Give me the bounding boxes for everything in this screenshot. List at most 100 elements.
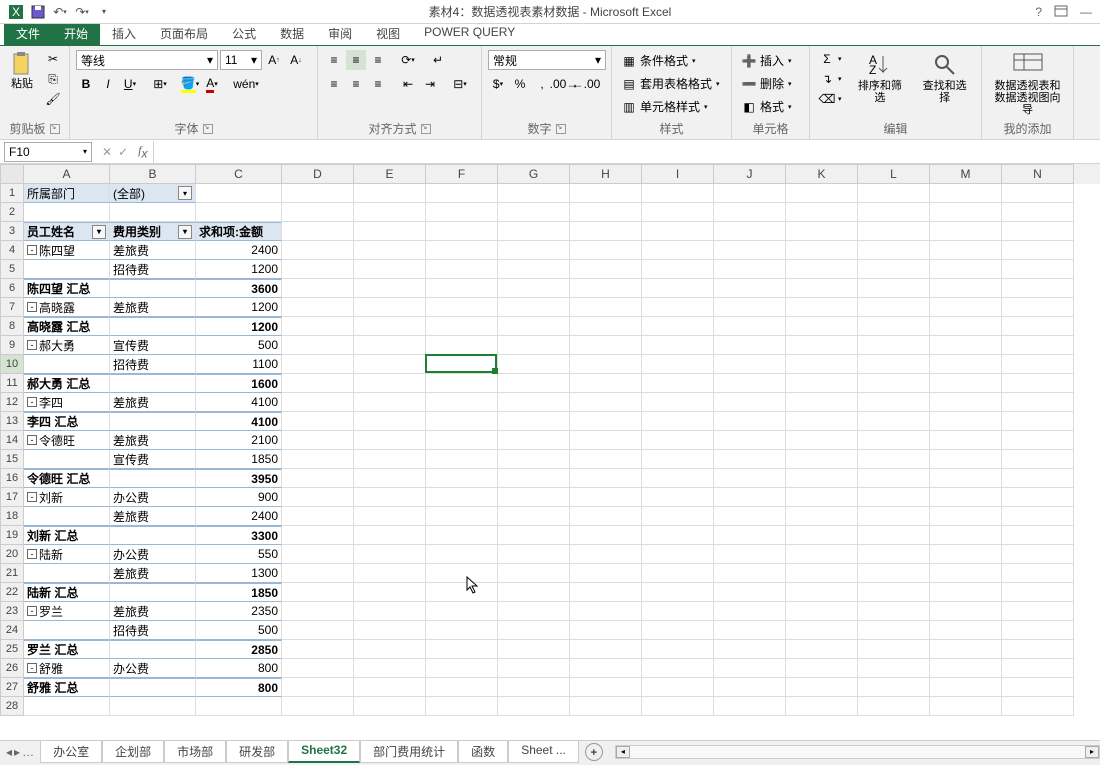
cell-M22[interactable] <box>930 583 1002 602</box>
cell-N19[interactable] <box>1002 526 1074 545</box>
cell-A21[interactable] <box>24 564 110 583</box>
cell-L16[interactable] <box>858 469 930 488</box>
cell-D23[interactable] <box>282 602 354 621</box>
cell-B23[interactable]: 差旅费 <box>110 602 196 621</box>
cell-J26[interactable] <box>714 659 786 678</box>
cell-I7[interactable] <box>642 298 714 317</box>
cell-N23[interactable] <box>1002 602 1074 621</box>
cell-N3[interactable] <box>1002 222 1074 241</box>
cell-J8[interactable] <box>714 317 786 336</box>
tab-插入[interactable]: 插入 <box>100 22 148 45</box>
cell-K9[interactable] <box>786 336 858 355</box>
conditional-format-button[interactable]: ▦条件格式▾ <box>618 50 724 71</box>
cell-C10[interactable]: 1100 <box>196 355 282 374</box>
scroll-right-button[interactable]: ▸ <box>1085 746 1099 758</box>
cell-H12[interactable] <box>570 393 642 412</box>
paste-button[interactable]: 粘贴 <box>6 50 38 92</box>
cell-J7[interactable] <box>714 298 786 317</box>
cell-J5[interactable] <box>714 260 786 279</box>
cell-H13[interactable] <box>570 412 642 431</box>
cell-C22[interactable]: 1850 <box>196 583 282 602</box>
cell-F17[interactable] <box>426 488 498 507</box>
cell-M3[interactable] <box>930 222 1002 241</box>
cell-H7[interactable] <box>570 298 642 317</box>
row-header-24[interactable]: 24 <box>0 621 24 640</box>
cell-C20[interactable]: 550 <box>196 545 282 564</box>
col-header-K[interactable]: K <box>786 164 858 184</box>
cell-I13[interactable] <box>642 412 714 431</box>
fill-color-button[interactable]: 🪣▾ <box>180 74 200 94</box>
cell-G16[interactable] <box>498 469 570 488</box>
cell-K5[interactable] <box>786 260 858 279</box>
cell-M13[interactable] <box>930 412 1002 431</box>
sheet-tab-办公室[interactable]: 办公室 <box>40 741 102 763</box>
sheet-tab-市场部[interactable]: 市场部 <box>164 741 226 763</box>
cell-C27[interactable]: 800 <box>196 678 282 697</box>
cell-B8[interactable] <box>110 317 196 336</box>
cell-D1[interactable] <box>282 184 354 203</box>
cell-K23[interactable] <box>786 602 858 621</box>
cell-M20[interactable] <box>930 545 1002 564</box>
cell-D4[interactable] <box>282 241 354 260</box>
cell-L2[interactable] <box>858 203 930 222</box>
cell-E24[interactable] <box>354 621 426 640</box>
cell-A25[interactable]: 罗兰 汇总 <box>24 640 110 659</box>
cell-M14[interactable] <box>930 431 1002 450</box>
cell-C5[interactable]: 1200 <box>196 260 282 279</box>
cell-I21[interactable] <box>642 564 714 583</box>
cell-N1[interactable] <box>1002 184 1074 203</box>
row-header-9[interactable]: 9 <box>0 336 24 355</box>
collapse-button[interactable]: - <box>27 302 37 312</box>
cell-A8[interactable]: 高晓露 汇总 <box>24 317 110 336</box>
cell-J13[interactable] <box>714 412 786 431</box>
clear-button[interactable]: ⌫▾ <box>816 90 846 108</box>
cell-K4[interactable] <box>786 241 858 260</box>
tab-数据[interactable]: 数据 <box>268 22 316 45</box>
row-header-4[interactable]: 4 <box>0 241 24 260</box>
percent-button[interactable]: % <box>510 74 530 94</box>
cell-F8[interactable] <box>426 317 498 336</box>
cell-D19[interactable] <box>282 526 354 545</box>
cell-A7[interactable]: -高晓露 <box>24 298 110 317</box>
cell-G25[interactable] <box>498 640 570 659</box>
align-center-button[interactable]: ≡ <box>346 74 366 94</box>
cell-N13[interactable] <box>1002 412 1074 431</box>
cell-A4[interactable]: -陈四望 <box>24 241 110 260</box>
col-header-L[interactable]: L <box>858 164 930 184</box>
row-header-3[interactable]: 3 <box>0 222 24 241</box>
cell-H10[interactable] <box>570 355 642 374</box>
cell-N24[interactable] <box>1002 621 1074 640</box>
row-header-26[interactable]: 26 <box>0 659 24 678</box>
cell-J9[interactable] <box>714 336 786 355</box>
sort-filter-button[interactable]: AZ 排序和筛选 <box>850 50 911 106</box>
cell-B20[interactable]: 办公费 <box>110 545 196 564</box>
cell-F5[interactable] <box>426 260 498 279</box>
cell-I20[interactable] <box>642 545 714 564</box>
cell-F25[interactable] <box>426 640 498 659</box>
cell-G2[interactable] <box>498 203 570 222</box>
cell-H16[interactable] <box>570 469 642 488</box>
cell-B19[interactable] <box>110 526 196 545</box>
cell-N25[interactable] <box>1002 640 1074 659</box>
cell-F11[interactable] <box>426 374 498 393</box>
cell-J22[interactable] <box>714 583 786 602</box>
cell-L18[interactable] <box>858 507 930 526</box>
col-header-B[interactable]: B <box>110 164 196 184</box>
row-header-19[interactable]: 19 <box>0 526 24 545</box>
cell-N2[interactable] <box>1002 203 1074 222</box>
cell-J11[interactable] <box>714 374 786 393</box>
cell-N6[interactable] <box>1002 279 1074 298</box>
cell-G5[interactable] <box>498 260 570 279</box>
row-header-18[interactable]: 18 <box>0 507 24 526</box>
wrap-text-button[interactable]: ↵ <box>428 50 448 70</box>
cell-I5[interactable] <box>642 260 714 279</box>
cell-E10[interactable] <box>354 355 426 374</box>
collapse-button[interactable]: - <box>27 245 37 255</box>
cell-L11[interactable] <box>858 374 930 393</box>
cell-L19[interactable] <box>858 526 930 545</box>
cell-A2[interactable] <box>24 203 110 222</box>
cell-N17[interactable] <box>1002 488 1074 507</box>
cell-K15[interactable] <box>786 450 858 469</box>
cell-L21[interactable] <box>858 564 930 583</box>
cell-E19[interactable] <box>354 526 426 545</box>
